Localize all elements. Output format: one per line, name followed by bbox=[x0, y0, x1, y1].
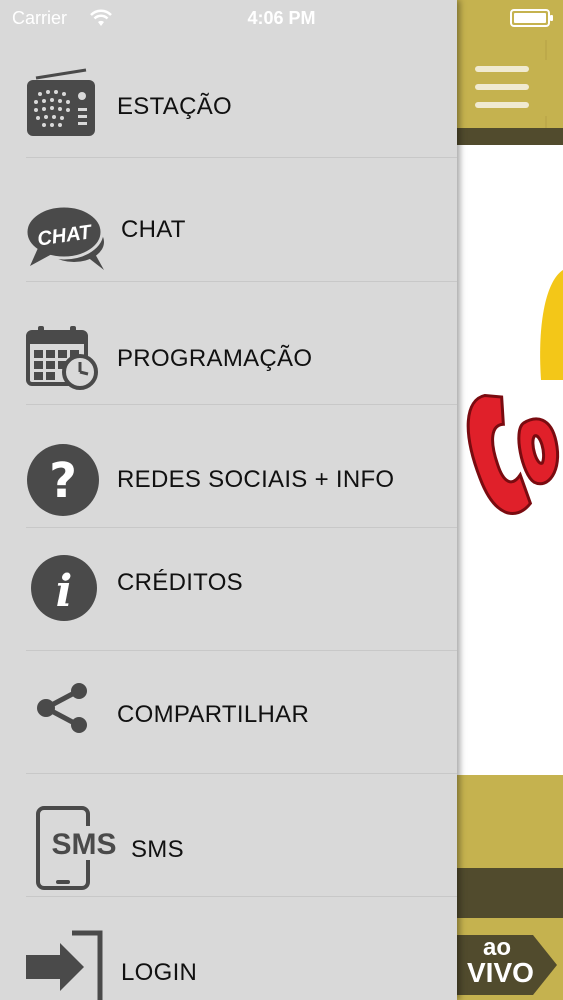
radio-icon bbox=[27, 68, 95, 136]
menu-item-creditos[interactable]: i CRÉDITOS bbox=[0, 528, 457, 651]
menu-item-redes-sociais[interactable]: ? REDES SOCIAIS + INFO bbox=[0, 405, 457, 528]
battery-icon bbox=[510, 9, 553, 27]
menu-item-label: REDES SOCIAIS + INFO bbox=[117, 466, 395, 493]
menu-item-chat[interactable]: CHAT CHAT bbox=[0, 158, 457, 282]
hamburger-line bbox=[475, 84, 529, 90]
live-label-line1: ao bbox=[482, 934, 511, 961]
sms-phone-icon: SMS bbox=[36, 806, 117, 890]
menu-item-label: PROGRAMAÇÃO bbox=[117, 345, 313, 372]
menu-item-programacao[interactable]: PROGRAMAÇÃO bbox=[0, 282, 457, 405]
svg-text:?: ? bbox=[49, 453, 77, 509]
chat-bubble-icon: CHAT bbox=[24, 204, 104, 270]
menu-item-label: CHAT bbox=[121, 216, 186, 243]
player-band bbox=[457, 775, 563, 868]
calendar-clock-icon bbox=[26, 326, 98, 390]
live-button[interactable]: ao VIVO bbox=[457, 935, 563, 995]
menu-item-compartilhar[interactable]: COMPARTILHAR bbox=[0, 651, 457, 774]
menu-item-sms[interactable]: SMS SMS bbox=[0, 774, 457, 897]
live-label: ao VIVO bbox=[467, 934, 534, 988]
question-icon: ? bbox=[27, 444, 99, 516]
hamburger-line bbox=[475, 66, 529, 72]
side-drawer: ESTAÇÃO CHAT CHAT PROGRAMAÇÃO ? REDES SO… bbox=[0, 0, 457, 1000]
login-arrow-icon bbox=[26, 930, 103, 1000]
menu-item-label: SMS bbox=[131, 836, 184, 863]
info-icon: i bbox=[31, 555, 97, 621]
player-dark-band bbox=[457, 868, 563, 918]
app-main-screen: ao VIVO bbox=[457, 0, 563, 1000]
svg-text:i: i bbox=[56, 566, 73, 617]
menu-item-login[interactable]: LOGIN bbox=[0, 897, 457, 1000]
menu-item-estacao[interactable]: ESTAÇÃO bbox=[0, 38, 457, 158]
clock: 4:06 PM bbox=[247, 8, 316, 28]
share-icon bbox=[37, 683, 87, 733]
menu-item-label: LOGIN bbox=[121, 959, 198, 986]
header-shadow-band bbox=[457, 128, 563, 145]
status-bar: Carrier 4:06 PM bbox=[0, 0, 563, 38]
menu-item-label: ESTAÇÃO bbox=[117, 93, 233, 120]
sms-icon-text: SMS bbox=[51, 828, 116, 861]
menu-item-label: COMPARTILHAR bbox=[117, 701, 310, 728]
menu-item-label: CRÉDITOS bbox=[117, 569, 243, 596]
hamburger-menu-button[interactable] bbox=[469, 60, 549, 116]
station-logo-fragment bbox=[466, 270, 563, 515]
live-label-line2: VIVO bbox=[467, 957, 534, 988]
hamburger-line bbox=[475, 102, 529, 108]
